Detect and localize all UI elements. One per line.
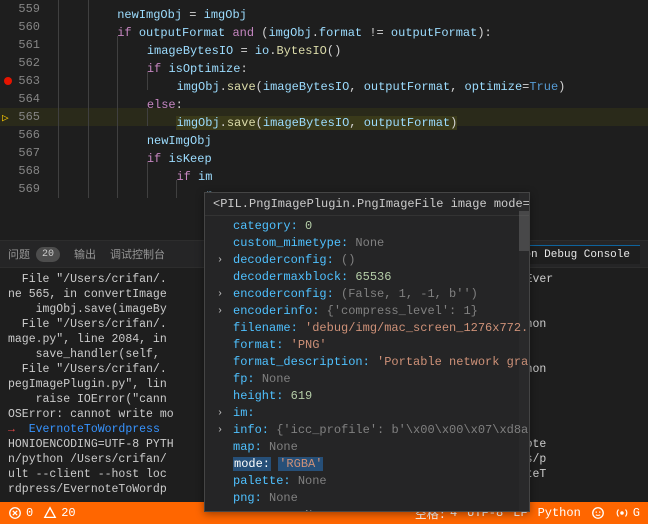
scrollbar-thumb[interactable] bbox=[519, 211, 529, 251]
gutter[interactable]: 565▷ bbox=[0, 108, 58, 126]
chevron-right-icon[interactable]: › bbox=[217, 303, 223, 320]
code-content[interactable]: newImgObj = imgObj bbox=[58, 0, 648, 18]
code-line[interactable]: 562 if isOptimize: bbox=[0, 54, 648, 72]
hover-header: <PIL.PngImagePlugin.PngImageFile image m… bbox=[205, 193, 529, 216]
hover-property[interactable]: map: None bbox=[205, 439, 529, 456]
tab-problems-label: 问题 bbox=[8, 246, 30, 262]
hover-property[interactable]: mode: 'RGBA' bbox=[205, 456, 529, 473]
gutter[interactable]: 563 bbox=[0, 72, 58, 90]
tab-problems[interactable]: 问题 20 bbox=[8, 246, 60, 262]
code-content[interactable]: if isOptimize: bbox=[58, 54, 648, 72]
hover-property[interactable]: ›decoderconfig: () bbox=[205, 252, 529, 269]
code-line[interactable]: 560 if outputFormat and (imgObj.format !… bbox=[0, 18, 648, 36]
chevron-right-icon[interactable]: › bbox=[217, 422, 223, 439]
gutter[interactable]: 568 bbox=[0, 162, 58, 180]
gutter[interactable]: 567 bbox=[0, 144, 58, 162]
code-content[interactable]: imgObj.save(imageBytesIO, outputFormat, … bbox=[58, 72, 648, 90]
hover-property[interactable]: ›encoderconfig: (False, 1, -1, b'') bbox=[205, 286, 529, 303]
chevron-right-icon[interactable]: › bbox=[217, 252, 223, 269]
code-content[interactable]: imageBytesIO = io.BytesIO() bbox=[58, 36, 648, 54]
status-errors[interactable]: 0 bbox=[8, 506, 33, 520]
hover-property[interactable]: height: 619 bbox=[205, 388, 529, 405]
problems-count-badge: 20 bbox=[36, 247, 60, 262]
chevron-right-icon[interactable]: › bbox=[217, 286, 223, 303]
hover-body[interactable]: category: 0custom_mimetype: None›decoder… bbox=[205, 216, 529, 512]
hover-property[interactable]: fp: None bbox=[205, 371, 529, 388]
gutter[interactable]: 564 bbox=[0, 90, 58, 108]
status-errors-count: 0 bbox=[26, 506, 33, 520]
hover-property[interactable]: ›encoderinfo: {'compress_level': 1} bbox=[205, 303, 529, 320]
hover-property[interactable]: custom_mimetype: None bbox=[205, 235, 529, 252]
hover-property[interactable]: ›im: bbox=[205, 405, 529, 422]
status-go-live[interactable]: G bbox=[615, 506, 640, 520]
hover-property[interactable]: category: 0 bbox=[205, 218, 529, 235]
code-line[interactable]: 564 else: bbox=[0, 90, 648, 108]
code-line[interactable]: 567 if isKeep bbox=[0, 144, 648, 162]
code-content[interactable]: else: bbox=[58, 90, 648, 108]
feedback-icon bbox=[591, 506, 605, 520]
tab-debug-console[interactable]: 调试控制台 bbox=[110, 246, 165, 262]
hover-property[interactable]: filename: 'debug/img/mac_screen_1276x772… bbox=[205, 320, 529, 337]
code-line[interactable]: 565▷ imgObj.save(imageBytesIO, outputFor… bbox=[0, 108, 648, 126]
code-content[interactable]: imgObj.save(imageBytesIO, outputFormat) bbox=[58, 108, 648, 126]
hover-property[interactable]: palette: None bbox=[205, 473, 529, 490]
code-line[interactable]: 566 newImgObj bbox=[0, 126, 648, 144]
chevron-right-icon[interactable]: › bbox=[217, 405, 223, 422]
hover-property[interactable]: pyaccess: None bbox=[205, 507, 529, 512]
gutter[interactable]: 561 bbox=[0, 36, 58, 54]
status-language[interactable]: Python bbox=[538, 506, 581, 520]
gutter[interactable]: 560 bbox=[0, 18, 58, 36]
hover-property[interactable]: ›info: {'icc_profile': b'\x00\x00\x07\xd… bbox=[205, 422, 529, 439]
status-feedback[interactable] bbox=[591, 506, 605, 520]
code-content[interactable]: if outputFormat and (imgObj.format != ou… bbox=[58, 18, 648, 36]
scrollbar-track[interactable] bbox=[519, 193, 529, 511]
hover-property[interactable]: format: 'PNG' bbox=[205, 337, 529, 354]
code-line[interactable]: 568 if im bbox=[0, 162, 648, 180]
status-go-live-label: G bbox=[633, 506, 640, 520]
warning-icon bbox=[43, 506, 57, 520]
code-line[interactable]: 561 imageBytesIO = io.BytesIO() bbox=[0, 36, 648, 54]
code-line[interactable]: 559 newImgObj = imgObj bbox=[0, 0, 648, 18]
tab-output[interactable]: 输出 bbox=[74, 246, 96, 262]
gutter[interactable]: 569 bbox=[0, 180, 58, 198]
code-line[interactable]: 563 imgObj.save(imageBytesIO, outputForm… bbox=[0, 72, 648, 90]
hover-property[interactable]: decodermaxblock: 65536 bbox=[205, 269, 529, 286]
code-content[interactable]: newImgObj bbox=[58, 126, 648, 144]
status-warnings[interactable]: 20 bbox=[43, 506, 75, 520]
error-icon bbox=[8, 506, 22, 520]
debug-hover-popup: <PIL.PngImagePlugin.PngImageFile image m… bbox=[204, 192, 530, 512]
gutter[interactable]: 559 bbox=[0, 0, 58, 18]
code-content[interactable]: if im bbox=[58, 162, 648, 180]
hover-property[interactable]: format_description: 'Portable network gr… bbox=[205, 354, 529, 371]
breakpoint-icon[interactable] bbox=[4, 77, 12, 85]
status-warnings-count: 20 bbox=[61, 506, 75, 520]
broadcast-icon bbox=[615, 506, 629, 520]
gutter[interactable]: 566 bbox=[0, 126, 58, 144]
gutter[interactable]: 562 bbox=[0, 54, 58, 72]
hover-property[interactable]: png: None bbox=[205, 490, 529, 507]
code-content[interactable]: if isKeep bbox=[58, 144, 648, 162]
